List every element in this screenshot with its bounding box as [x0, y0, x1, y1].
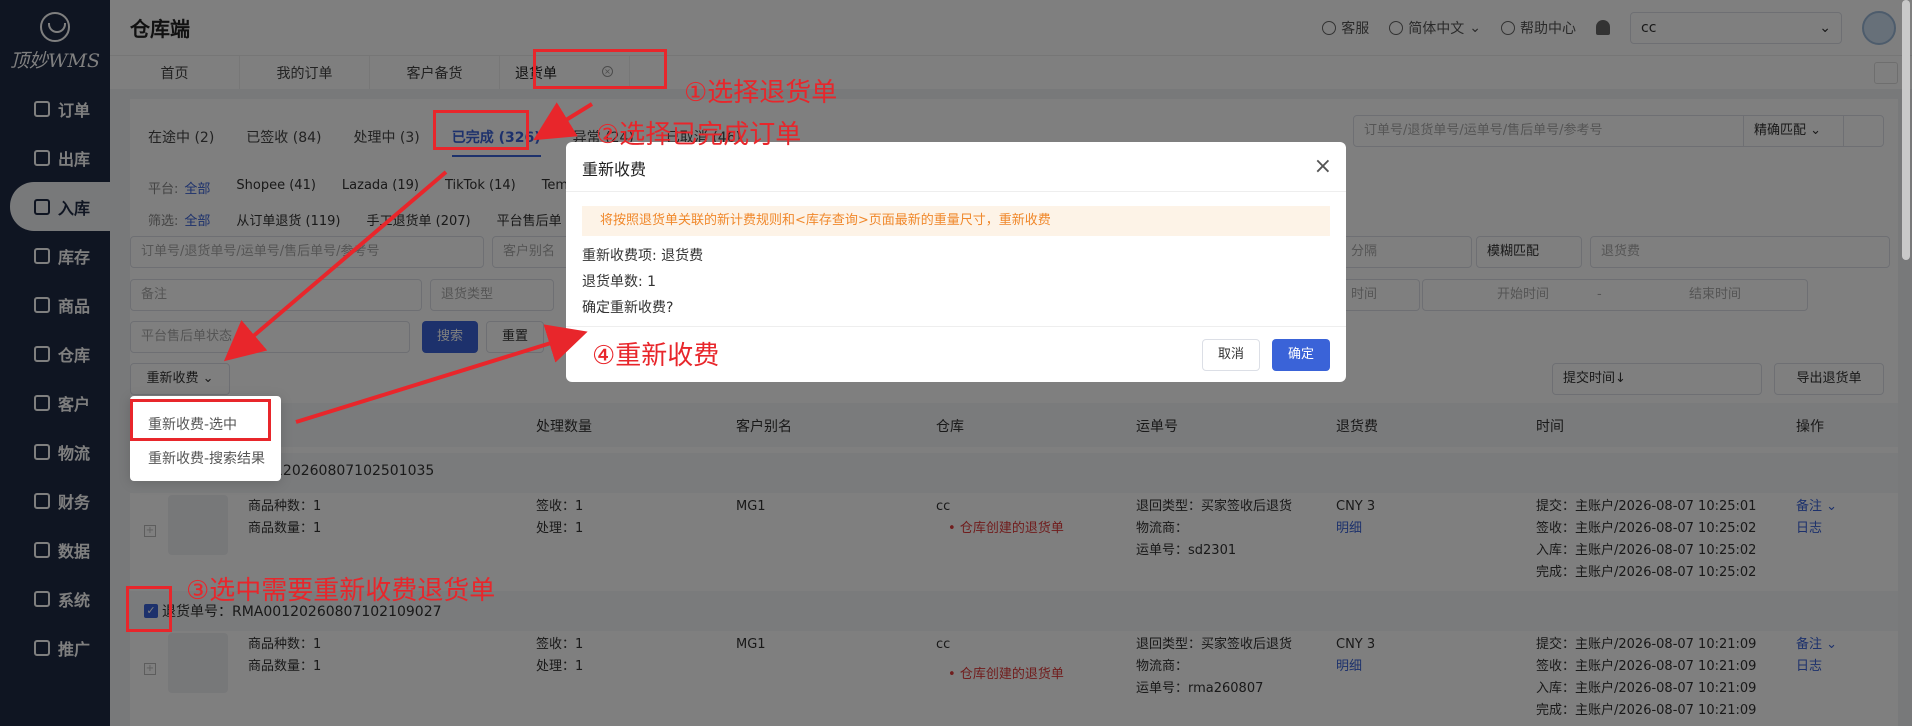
recharge-count: 退货单数: 1 [582, 274, 657, 290]
scrollbar[interactable] [1902, 0, 1910, 260]
annotation-box-dropdown-option [130, 399, 271, 441]
annotation-box-checkbox [126, 586, 172, 632]
annotation-step-3: ③选中需要重新收费退货单 [186, 576, 496, 606]
recharge-confirm-text: 确定重新收费? [582, 300, 674, 316]
annotation-box-completed-tab [433, 110, 529, 150]
close-icon[interactable]: × [1314, 154, 1332, 179]
confirm-button[interactable]: 确定 [1272, 339, 1330, 371]
annotation-step-1: ①选择退货单 [684, 78, 838, 108]
annotation-box-returns-tab [533, 49, 667, 89]
recharge-item: 重新收费项: 退货费 [582, 248, 704, 264]
annotation-step-2: ②选择已完成订单 [596, 120, 802, 150]
recharge-search-result-option[interactable]: 重新收费-搜索结果 [148, 448, 265, 468]
modal-title: 重新收费 [582, 160, 647, 179]
annotation-step-4: ④重新收费 [592, 341, 720, 371]
modal-divider [566, 191, 1346, 192]
notice-banner: 将按照退货单关联的新计费规则和<库存查询>页面最新的重量尺寸，重新收费 [582, 206, 1330, 236]
cancel-button[interactable]: 取消 [1202, 339, 1260, 371]
modal-divider [566, 326, 1346, 327]
